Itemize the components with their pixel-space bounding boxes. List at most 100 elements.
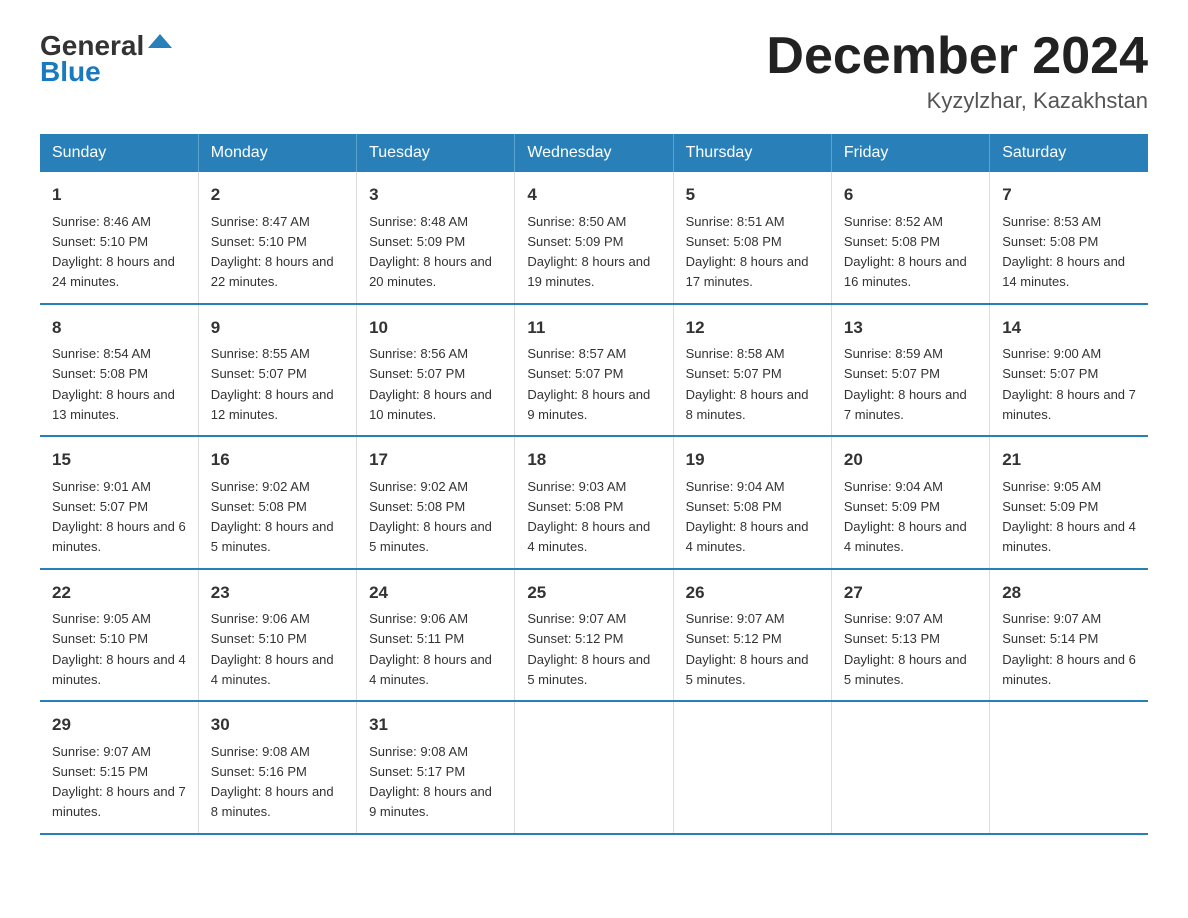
table-row: 2Sunrise: 8:47 AMSunset: 5:10 PMDaylight… <box>198 172 356 304</box>
col-friday: Friday <box>831 134 989 172</box>
col-wednesday: Wednesday <box>515 134 673 172</box>
table-row: 4 Sunrise: 8:50 AMSunset: 5:09 PMDaylight… <box>515 172 673 304</box>
day-number: 3 <box>369 182 502 208</box>
day-info: Sunrise: 9:01 AMSunset: 5:07 PMDaylight:… <box>52 479 186 555</box>
day-info: Sunrise: 8:58 AMSunset: 5:07 PMDaylight:… <box>686 346 809 422</box>
table-row: 17 Sunrise: 9:02 AMSunset: 5:08 PMDayligh… <box>357 436 515 569</box>
day-info: Sunrise: 9:02 AMSunset: 5:08 PMDaylight:… <box>211 479 334 555</box>
table-row <box>831 701 989 834</box>
day-info: Sunrise: 9:05 AMSunset: 5:09 PMDaylight:… <box>1002 479 1136 555</box>
day-info: Sunrise: 9:04 AMSunset: 5:09 PMDaylight:… <box>844 479 967 555</box>
table-row: 15 Sunrise: 9:01 AMSunset: 5:07 PMDayligh… <box>40 436 198 569</box>
day-info: Sunrise: 9:07 AMSunset: 5:14 PMDaylight:… <box>1002 611 1136 687</box>
day-info: Sunrise: 8:57 AMSunset: 5:07 PMDaylight:… <box>527 346 650 422</box>
day-number: 26 <box>686 580 819 606</box>
table-row: 27Sunrise: 9:07 AMSunset: 5:13 PMDayligh… <box>831 569 989 702</box>
day-info: Sunrise: 9:07 AMSunset: 5:13 PMDaylight:… <box>844 611 967 687</box>
day-number: 4 <box>527 182 660 208</box>
day-number: 25 <box>527 580 660 606</box>
table-row: 26Sunrise: 9:07 AMSunset: 5:12 PMDayligh… <box>673 569 831 702</box>
day-info: Sunrise: 9:05 AMSunset: 5:10 PMDaylight:… <box>52 611 186 687</box>
table-row <box>990 701 1148 834</box>
table-row: 20 Sunrise: 9:04 AMSunset: 5:09 PMDayligh… <box>831 436 989 569</box>
day-info: Sunrise: 9:00 AMSunset: 5:07 PMDaylight:… <box>1002 346 1136 422</box>
day-info: Sunrise: 8:55 AMSunset: 5:07 PMDaylight:… <box>211 346 334 422</box>
day-info: Sunrise: 8:50 AMSunset: 5:09 PMDaylight:… <box>527 214 650 290</box>
table-row: 24 Sunrise: 9:06 AMSunset: 5:11 PMDayligh… <box>357 569 515 702</box>
calendar-week-row: 29 Sunrise: 9:07 AMSunset: 5:15 PMDayligh… <box>40 701 1148 834</box>
day-number: 23 <box>211 580 344 606</box>
logo-blue: Blue <box>40 56 101 88</box>
day-number: 7 <box>1002 182 1136 208</box>
day-info: Sunrise: 8:48 AMSunset: 5:09 PMDaylight:… <box>369 214 492 290</box>
day-info: Sunrise: 9:04 AMSunset: 5:08 PMDaylight:… <box>686 479 809 555</box>
table-row: 16 Sunrise: 9:02 AMSunset: 5:08 PMDayligh… <box>198 436 356 569</box>
table-row: 9 Sunrise: 8:55 AMSunset: 5:07 PMDaylight… <box>198 304 356 437</box>
table-row: 5Sunrise: 8:51 AMSunset: 5:08 PMDaylight… <box>673 172 831 304</box>
table-row: 3 Sunrise: 8:48 AMSunset: 5:09 PMDaylight… <box>357 172 515 304</box>
day-number: 18 <box>527 447 660 473</box>
day-number: 6 <box>844 182 977 208</box>
col-tuesday: Tuesday <box>357 134 515 172</box>
table-row: 19Sunrise: 9:04 AMSunset: 5:08 PMDayligh… <box>673 436 831 569</box>
table-row: 18Sunrise: 9:03 AMSunset: 5:08 PMDayligh… <box>515 436 673 569</box>
day-info: Sunrise: 9:08 AMSunset: 5:16 PMDaylight:… <box>211 744 334 820</box>
day-info: Sunrise: 9:06 AMSunset: 5:10 PMDaylight:… <box>211 611 334 687</box>
page-header: General Blue December 2024 Kyzylzhar, Ka… <box>40 30 1148 114</box>
day-info: Sunrise: 9:06 AMSunset: 5:11 PMDaylight:… <box>369 611 492 687</box>
table-row: 7 Sunrise: 8:53 AMSunset: 5:08 PMDaylight… <box>990 172 1148 304</box>
day-number: 24 <box>369 580 502 606</box>
day-number: 30 <box>211 712 344 738</box>
table-row: 23 Sunrise: 9:06 AMSunset: 5:10 PMDayligh… <box>198 569 356 702</box>
table-row: 10Sunrise: 8:56 AMSunset: 5:07 PMDayligh… <box>357 304 515 437</box>
calendar-week-row: 15 Sunrise: 9:01 AMSunset: 5:07 PMDayligh… <box>40 436 1148 569</box>
day-info: Sunrise: 9:07 AMSunset: 5:15 PMDaylight:… <box>52 744 186 820</box>
day-number: 8 <box>52 315 186 341</box>
calendar-header-row: Sunday Monday Tuesday Wednesday Thursday… <box>40 134 1148 172</box>
table-row: 29 Sunrise: 9:07 AMSunset: 5:15 PMDayligh… <box>40 701 198 834</box>
table-row <box>673 701 831 834</box>
day-number: 31 <box>369 712 502 738</box>
day-info: Sunrise: 8:47 AMSunset: 5:10 PMDaylight:… <box>211 214 334 290</box>
logo: General Blue <box>40 30 174 88</box>
day-number: 5 <box>686 182 819 208</box>
col-saturday: Saturday <box>990 134 1148 172</box>
col-monday: Monday <box>198 134 356 172</box>
day-number: 13 <box>844 315 977 341</box>
table-row: 21Sunrise: 9:05 AMSunset: 5:09 PMDayligh… <box>990 436 1148 569</box>
day-number: 16 <box>211 447 344 473</box>
day-info: Sunrise: 8:59 AMSunset: 5:07 PMDaylight:… <box>844 346 967 422</box>
day-number: 20 <box>844 447 977 473</box>
table-row <box>515 701 673 834</box>
table-row: 30 Sunrise: 9:08 AMSunset: 5:16 PMDayligh… <box>198 701 356 834</box>
day-number: 12 <box>686 315 819 341</box>
calendar-week-row: 22Sunrise: 9:05 AMSunset: 5:10 PMDayligh… <box>40 569 1148 702</box>
day-number: 11 <box>527 315 660 341</box>
day-number: 17 <box>369 447 502 473</box>
day-info: Sunrise: 8:53 AMSunset: 5:08 PMDaylight:… <box>1002 214 1125 290</box>
col-thursday: Thursday <box>673 134 831 172</box>
table-row: 1Sunrise: 8:46 AMSunset: 5:10 PMDaylight… <box>40 172 198 304</box>
table-row: 31 Sunrise: 9:08 AMSunset: 5:17 PMDayligh… <box>357 701 515 834</box>
day-info: Sunrise: 9:02 AMSunset: 5:08 PMDaylight:… <box>369 479 492 555</box>
table-row: 6 Sunrise: 8:52 AMSunset: 5:08 PMDaylight… <box>831 172 989 304</box>
col-sunday: Sunday <box>40 134 198 172</box>
month-title: December 2024 <box>766 30 1148 82</box>
table-row: 13 Sunrise: 8:59 AMSunset: 5:07 PMDayligh… <box>831 304 989 437</box>
day-number: 1 <box>52 182 186 208</box>
table-row: 12 Sunrise: 8:58 AMSunset: 5:07 PMDayligh… <box>673 304 831 437</box>
table-row: 8 Sunrise: 8:54 AMSunset: 5:08 PMDaylight… <box>40 304 198 437</box>
location: Kyzylzhar, Kazakhstan <box>766 88 1148 114</box>
day-number: 29 <box>52 712 186 738</box>
day-number: 15 <box>52 447 186 473</box>
table-row: 22Sunrise: 9:05 AMSunset: 5:10 PMDayligh… <box>40 569 198 702</box>
day-number: 9 <box>211 315 344 341</box>
table-row: 11 Sunrise: 8:57 AMSunset: 5:07 PMDayligh… <box>515 304 673 437</box>
calendar-week-row: 1Sunrise: 8:46 AMSunset: 5:10 PMDaylight… <box>40 172 1148 304</box>
table-row: 28 Sunrise: 9:07 AMSunset: 5:14 PMDayligh… <box>990 569 1148 702</box>
day-info: Sunrise: 9:08 AMSunset: 5:17 PMDaylight:… <box>369 744 492 820</box>
day-info: Sunrise: 8:52 AMSunset: 5:08 PMDaylight:… <box>844 214 967 290</box>
title-section: December 2024 Kyzylzhar, Kazakhstan <box>766 30 1148 114</box>
day-number: 28 <box>1002 580 1136 606</box>
day-info: Sunrise: 8:54 AMSunset: 5:08 PMDaylight:… <box>52 346 175 422</box>
